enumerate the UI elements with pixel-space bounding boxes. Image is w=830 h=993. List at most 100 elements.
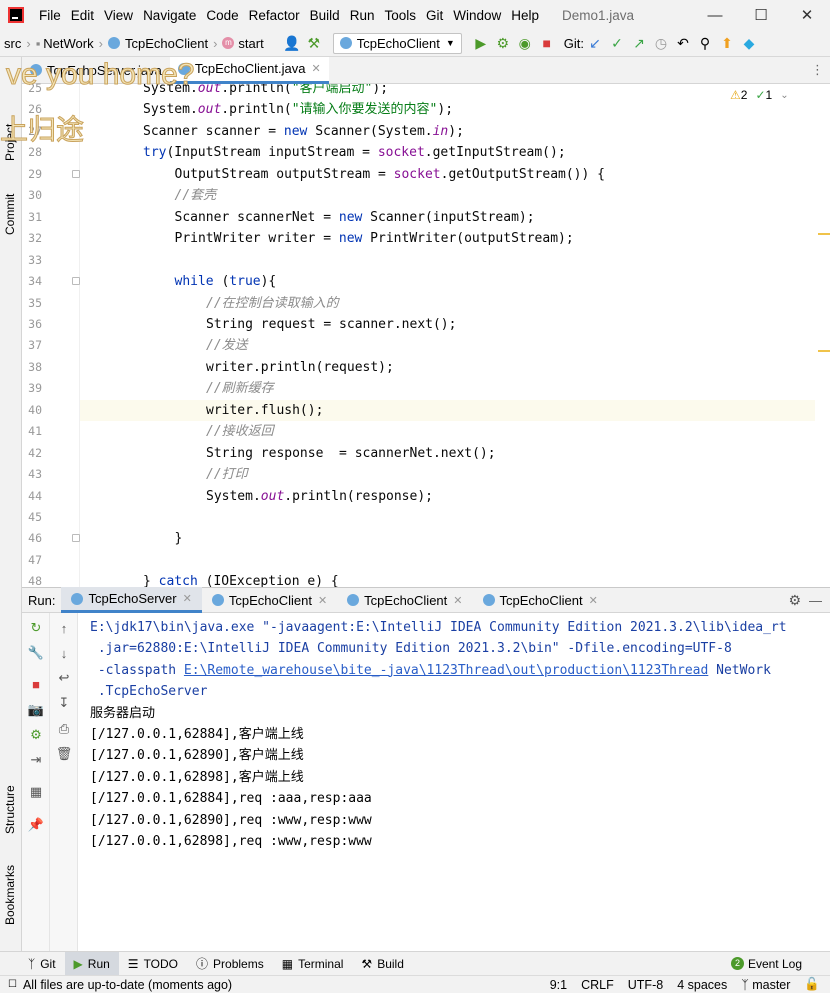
git-commit-icon[interactable]: ✓ — [606, 32, 628, 54]
line-number[interactable]: 38 — [22, 360, 42, 374]
menu-build[interactable]: Build — [305, 8, 345, 23]
line-number[interactable]: 27 — [22, 124, 42, 138]
close-tab-icon[interactable]: ✕ — [311, 62, 320, 75]
menu-file[interactable]: File — [34, 8, 66, 23]
tool-run[interactable]: ▶ Run — [64, 951, 119, 976]
menu-window[interactable]: Window — [448, 8, 506, 23]
run-configuration-select[interactable]: TcpEchoClient ▼ — [332, 32, 462, 54]
classpath-link[interactable]: E:\Remote_warehouse\bite_-java\1123Threa… — [184, 663, 708, 678]
stop-icon[interactable]: ■ — [27, 675, 45, 693]
line-number[interactable]: 34 — [22, 274, 42, 288]
coverage-icon[interactable]: ◉ — [514, 32, 536, 54]
run-tab-client-1[interactable]: TcpEchoClient ✕ — [202, 587, 337, 613]
tool-terminal[interactable]: ▦ Terminal — [273, 952, 353, 976]
line-number[interactable]: 39 — [22, 381, 42, 395]
tool-git[interactable]: ᛉ Git — [0, 952, 65, 976]
file-encoding[interactable]: UTF-8 — [628, 978, 663, 992]
run-icon[interactable]: ▶ — [470, 32, 492, 54]
debug-icon[interactable]: ⚙ — [492, 32, 514, 54]
git-update-icon[interactable]: ↙ — [584, 32, 606, 54]
menu-edit[interactable]: Edit — [66, 8, 99, 23]
chevron-down-icon[interactable]: ⌄ — [780, 90, 788, 101]
line-number[interactable]: 26 — [22, 102, 42, 116]
arrow-down-icon[interactable]: ↓ — [55, 644, 73, 662]
caret-position[interactable]: 9:1 — [550, 978, 567, 992]
tool-build[interactable]: ⚒ Build — [352, 952, 412, 976]
console-output[interactable]: E:\jdk17\bin\java.exe "-javaagent:E:\Int… — [78, 613, 830, 951]
print-icon[interactable]: ⎙ — [55, 720, 73, 738]
run-tab-client-3[interactable]: TcpEchoClient ✕ — [473, 587, 608, 613]
menu-code[interactable]: Code — [201, 8, 243, 23]
git-branch[interactable]: ᛉ master — [741, 978, 790, 992]
breadcrumb-package[interactable]: ▪ NetWork — [33, 36, 97, 51]
tool-todo[interactable]: ☰ TODO — [119, 952, 187, 976]
line-number[interactable]: 36 — [22, 317, 42, 331]
fold-marker-icon[interactable] — [72, 277, 80, 286]
line-number[interactable]: 35 — [22, 296, 42, 310]
close-tab-icon[interactable]: ✕ — [589, 594, 598, 607]
pin-icon[interactable]: 📌 — [27, 816, 45, 834]
history-icon[interactable]: ◷ — [650, 32, 672, 54]
structure-tool-button[interactable]: Structure — [3, 785, 17, 834]
rollback-icon[interactable]: ↶ — [672, 32, 694, 54]
line-number[interactable]: 25 — [22, 81, 42, 95]
fold-marker-icon[interactable] — [72, 534, 80, 543]
line-number[interactable]: 30 — [22, 188, 42, 202]
layout-icon[interactable]: ▦ — [27, 783, 45, 801]
stop-icon[interactable]: ■ — [536, 32, 558, 54]
menu-navigate[interactable]: Navigate — [138, 8, 201, 23]
run-tab-server[interactable]: TcpEchoServer ✕ — [61, 587, 202, 613]
maximize-button[interactable]: ☐ — [738, 0, 784, 30]
line-number[interactable]: 37 — [22, 338, 42, 352]
lock-icon[interactable]: 🔓 — [804, 977, 820, 992]
build-hammer-icon[interactable]: ⚒ — [303, 32, 325, 54]
line-number[interactable]: 33 — [22, 253, 42, 267]
line-number[interactable]: 44 — [22, 489, 42, 503]
layout-toggle-icon[interactable]: ☐ — [8, 979, 17, 990]
event-log-button[interactable]: 2 Event Log — [722, 952, 830, 976]
gear-icon[interactable]: ⚙ — [788, 592, 809, 609]
bookmarks-tool-button[interactable]: Bookmarks — [3, 865, 17, 925]
menu-tools[interactable]: Tools — [379, 8, 421, 23]
commit-tool-button[interactable]: Commit — [3, 194, 17, 235]
line-number[interactable]: 40 — [22, 403, 42, 417]
arrow-up-icon[interactable]: ↑ — [55, 619, 73, 637]
scrollbar-warning-marker[interactable] — [818, 350, 830, 352]
tool-problems[interactable]: ⓘ Problems — [187, 952, 273, 976]
line-number[interactable]: 29 — [22, 167, 42, 181]
menu-refactor[interactable]: Refactor — [244, 8, 305, 23]
soft-wrap-icon[interactable]: ↩ — [55, 669, 73, 687]
trash-icon[interactable]: 🗑 — [55, 745, 73, 763]
close-tab-icon[interactable]: ✕ — [453, 594, 462, 607]
line-number[interactable]: 47 — [22, 553, 42, 567]
line-number[interactable]: 41 — [22, 424, 42, 438]
line-number[interactable]: 45 — [22, 510, 42, 524]
line-number[interactable]: 46 — [22, 531, 42, 545]
scrollbar-warning-marker[interactable] — [818, 233, 830, 235]
camera-icon[interactable]: 📷 — [27, 701, 45, 719]
more-options-icon[interactable]: ⋮ — [811, 62, 824, 78]
fold-marker-icon[interactable] — [72, 169, 80, 178]
code-editor[interactable]: System.out.println("客户端启动"); System.out.p… — [80, 84, 815, 587]
breadcrumb-src[interactable]: src — [0, 36, 24, 51]
line-number[interactable]: 42 — [22, 446, 42, 460]
line-number[interactable]: 31 — [22, 210, 42, 224]
menu-git[interactable]: Git — [421, 8, 448, 23]
tab-tcpechoserver[interactable]: TcpEchoServer.java — [22, 57, 170, 84]
hide-panel-icon[interactable]: — — [809, 593, 830, 608]
menu-run[interactable]: Run — [345, 8, 380, 23]
close-tab-icon[interactable]: ✕ — [183, 592, 192, 605]
jetbrains-icon[interactable]: ◆ — [738, 32, 760, 54]
indent-setting[interactable]: 4 spaces — [677, 978, 727, 992]
minimize-button[interactable]: — — [692, 0, 738, 30]
project-tool-button[interactable]: Project — [3, 124, 17, 161]
line-separator[interactable]: CRLF — [581, 978, 614, 992]
tab-tcpechoclient[interactable]: TcpEchoClient.java ✕ — [169, 56, 329, 84]
rerun-icon[interactable]: ↻ — [27, 619, 45, 637]
update-icon[interactable]: ⬆ — [716, 32, 738, 54]
menu-help[interactable]: Help — [506, 8, 544, 23]
scroll-to-end-icon[interactable]: ↧ — [55, 694, 73, 712]
line-number[interactable]: 28 — [22, 145, 42, 159]
menu-view[interactable]: View — [99, 8, 138, 23]
exit-icon[interactable]: ⇥ — [27, 751, 45, 769]
